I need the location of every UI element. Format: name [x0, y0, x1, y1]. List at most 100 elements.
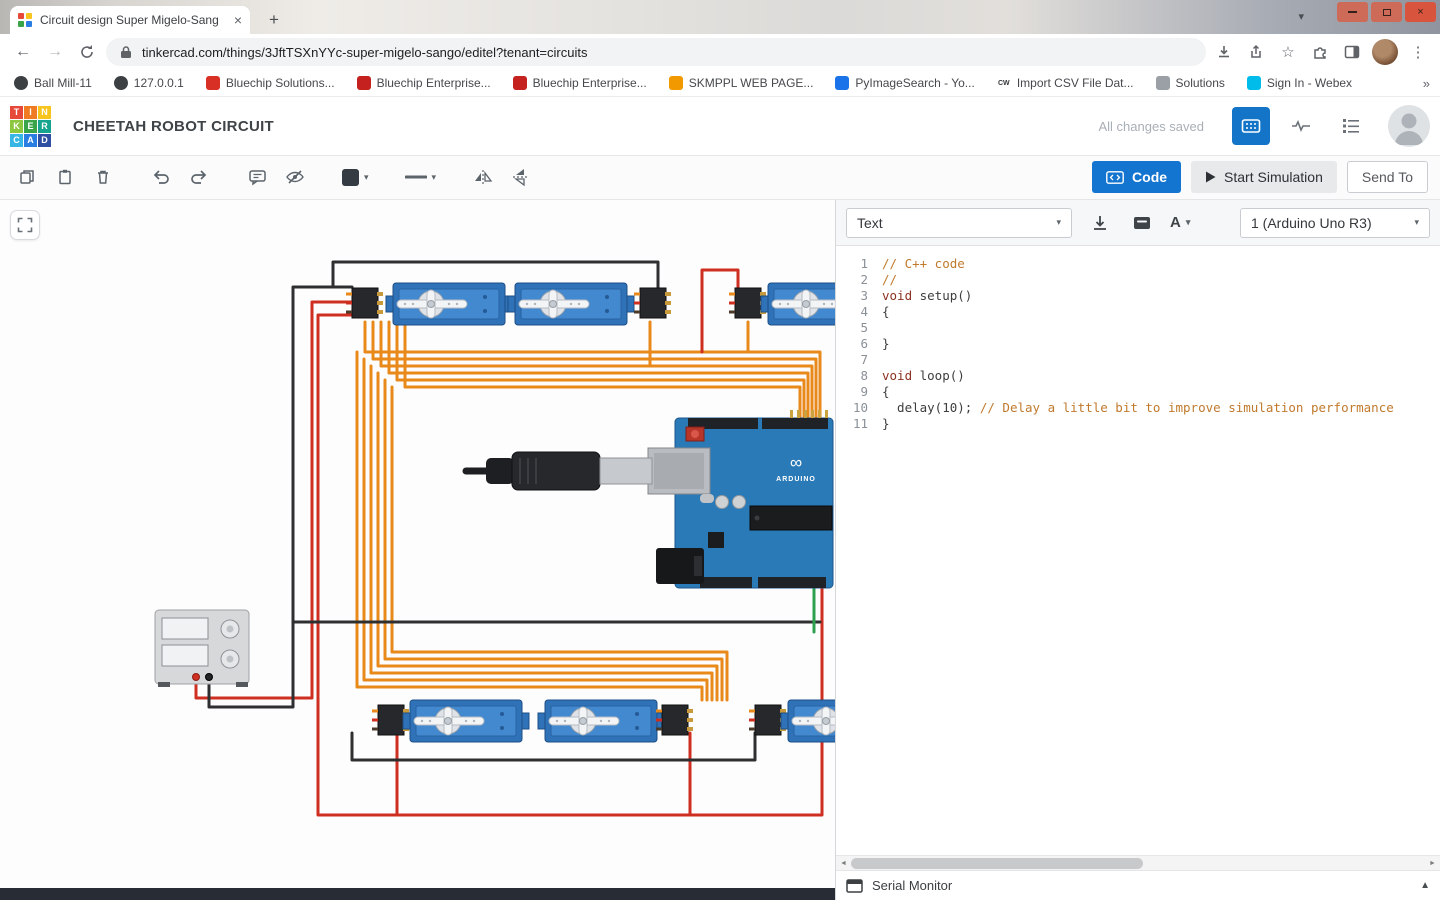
- code-editor[interactable]: 1 2 3 4 5 6 7 8 9 10 11 // C++ code//void setup(){…: [836, 246, 1440, 855]
- servo-connector[interactable]: [344, 286, 385, 320]
- servo-motor[interactable]: [760, 282, 835, 326]
- scroll-left-icon[interactable]: ◄: [836, 856, 851, 871]
- bookmark-label: Bluechip Enterprise...: [532, 76, 647, 90]
- line-number: 3: [860, 288, 868, 303]
- copy-icon[interactable]: [10, 161, 44, 193]
- mirror-horizontal-icon[interactable]: [466, 161, 500, 193]
- new-tab-button[interactable]: +: [262, 8, 286, 32]
- servo-motor[interactable]: [780, 699, 835, 743]
- maximize-button[interactable]: [1371, 2, 1402, 22]
- collapse-icon[interactable]: ▲: [1420, 880, 1430, 891]
- bookmark-item[interactable]: Solutions: [1155, 76, 1225, 90]
- undo-icon[interactable]: [144, 161, 178, 193]
- share-icon[interactable]: [1244, 40, 1268, 64]
- arduino-board-label: ARDUINO: [776, 476, 816, 483]
- address-bar[interactable]: tinkercad.com/things/3JftTSXnYYc-super-m…: [106, 38, 1206, 66]
- redo-icon[interactable]: [182, 161, 216, 193]
- side-panel-icon[interactable]: [1340, 40, 1364, 64]
- servo-connector[interactable]: [632, 286, 673, 320]
- bookmark-favicon: [356, 76, 371, 90]
- bookmark-item[interactable]: 127.0.0.1: [113, 76, 184, 90]
- bookmarks-overflow-icon[interactable]: »: [1423, 76, 1430, 91]
- servo-connector[interactable]: [654, 703, 695, 737]
- logo-tile: T: [10, 105, 23, 119]
- code-line: void setup(): [882, 288, 973, 303]
- bookmark-item[interactable]: Ball Mill-11: [14, 76, 92, 90]
- bookmark-item[interactable]: Bluechip Solutions...: [205, 76, 335, 90]
- bookmark-item[interactable]: PyImageSearch - Yo...: [835, 76, 975, 90]
- servo-connector[interactable]: [727, 286, 768, 320]
- refresh-icon[interactable]: [74, 39, 100, 65]
- code-panel-header: Text ▾ A ▾ 1 (Arduino Uno R3) ▾: [836, 200, 1440, 246]
- lock-icon: [121, 46, 131, 58]
- extensions-puzzle-icon[interactable]: [1308, 40, 1332, 64]
- usb-cable[interactable]: [462, 451, 653, 491]
- servo-motor[interactable]: [507, 282, 635, 326]
- bookmark-label: PyImageSearch - Yo...: [855, 76, 975, 90]
- code-library-icon[interactable]: [1128, 209, 1156, 237]
- arduino-logo-icon: ∞: [790, 453, 802, 472]
- color-dropdown[interactable]: ▾: [336, 161, 375, 193]
- bookmark-item[interactable]: SKMPPL WEB PAGE...: [668, 76, 813, 90]
- servo-motor[interactable]: [537, 699, 665, 743]
- arduino-board[interactable]: ∞ ARDUINO: [647, 410, 834, 589]
- tab-favicon: [18, 13, 32, 27]
- bookmark-item[interactable]: Sign In - Webex: [1246, 76, 1352, 90]
- horizontal-scrollbar[interactable]: ◄ ►: [836, 855, 1440, 870]
- schematic-view-button[interactable]: [1282, 107, 1320, 145]
- component-list-view-button[interactable]: [1332, 107, 1370, 145]
- browser-tab[interactable]: Circuit design Super Migelo-Sang ×: [10, 6, 250, 34]
- components-drawer-collapsed[interactable]: [0, 888, 835, 900]
- delete-icon[interactable]: [86, 161, 120, 193]
- tab-search-icon[interactable]: ▾: [1298, 10, 1304, 23]
- code-lines: // C++ code//void setup(){} void loop(){ …: [872, 256, 1394, 855]
- line-number: 7: [860, 352, 868, 367]
- download-icon[interactable]: [1212, 40, 1236, 64]
- text-size-control[interactable]: A ▾: [1170, 214, 1190, 231]
- code-line: //: [882, 272, 898, 287]
- scroll-right-icon[interactable]: ►: [1425, 856, 1440, 871]
- zoom-to-fit-button[interactable]: [10, 210, 40, 240]
- download-code-icon[interactable]: [1086, 209, 1114, 237]
- circuit-canvas[interactable]: ∞ ARDUINO: [0, 200, 835, 900]
- serial-monitor-bar[interactable]: Serial Monitor ▲: [836, 870, 1440, 900]
- code-button[interactable]: Code: [1092, 161, 1182, 193]
- bookmark-item[interactable]: CW Import CSV File Dat...: [997, 76, 1134, 90]
- bookmark-item[interactable]: Bluechip Enterprise...: [512, 76, 647, 90]
- browser-menu-icon[interactable]: ⋮: [1406, 40, 1430, 64]
- servo-motor[interactable]: [385, 282, 513, 326]
- wire-style-dropdown[interactable]: ▾: [399, 161, 443, 193]
- code-line: {: [882, 304, 890, 319]
- breadboard-view-button[interactable]: [1232, 107, 1270, 145]
- code-mode-select[interactable]: Text ▾: [846, 207, 1072, 238]
- forward-icon[interactable]: →: [42, 39, 68, 65]
- mirror-vertical-icon[interactable]: [504, 161, 538, 193]
- play-icon: [1206, 171, 1216, 183]
- servo-motor[interactable]: [402, 699, 530, 743]
- send-to-button[interactable]: Send To: [1346, 161, 1428, 193]
- bookmark-star-icon[interactable]: ☆: [1276, 40, 1300, 64]
- close-button[interactable]: ×: [1405, 2, 1436, 22]
- line-number: 9: [860, 384, 868, 399]
- logo-tile: N: [38, 105, 51, 119]
- toggle-annotations-icon[interactable]: [278, 161, 312, 193]
- scrollbar-thumb[interactable]: [851, 858, 1143, 869]
- board-select[interactable]: 1 (Arduino Uno R3) ▾: [1240, 207, 1430, 238]
- line-number: 8: [860, 368, 868, 383]
- paste-icon[interactable]: [48, 161, 82, 193]
- bookmark-item[interactable]: Bluechip Enterprise...: [356, 76, 491, 90]
- start-simulation-button[interactable]: Start Simulation: [1191, 161, 1337, 193]
- notes-icon[interactable]: [240, 161, 274, 193]
- minimize-button[interactable]: [1337, 2, 1368, 22]
- chevron-down-icon: ▾: [1414, 217, 1419, 227]
- chevron-down-icon: ▾: [364, 171, 369, 182]
- back-icon[interactable]: ←: [10, 39, 36, 65]
- tab-close-icon[interactable]: ×: [234, 13, 242, 27]
- browser-profile-avatar[interactable]: [1372, 39, 1398, 65]
- tinkercad-logo[interactable]: TIN KER CAD: [10, 105, 51, 147]
- servo-connector[interactable]: [747, 703, 788, 737]
- user-avatar[interactable]: [1388, 105, 1430, 147]
- line-number: 11: [852, 416, 868, 431]
- power-supply[interactable]: [154, 609, 250, 687]
